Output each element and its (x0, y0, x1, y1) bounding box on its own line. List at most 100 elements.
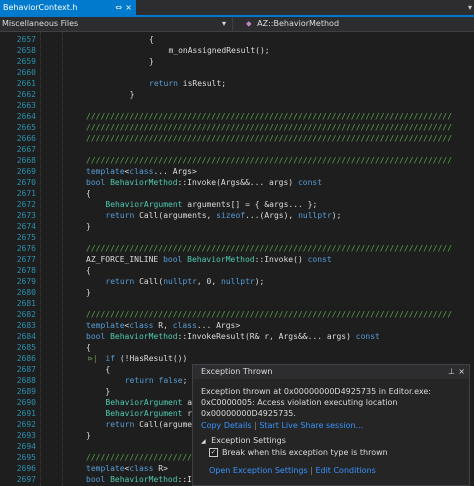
code-text: { (86, 342, 91, 353)
edit-conditions-link[interactable]: Edit Conditions (315, 466, 375, 475)
code-token: template (86, 167, 125, 176)
code-text: BehaviorArgument arguments[] = { &args..… (105, 199, 317, 210)
code-token: { (149, 35, 154, 44)
pin-icon[interactable]: ⊥ (448, 365, 455, 379)
code-text: if (!HasResult()) (105, 353, 187, 364)
navigation-bar: Miscellaneous Files ▾ ⬥ AZ::BehaviorMeth… (0, 17, 474, 32)
code-text: ////////////////////////////////////////… (86, 155, 452, 166)
collapse-triangle-icon[interactable]: ◢ (201, 438, 206, 445)
close-icon[interactable]: × (125, 0, 132, 15)
live-share-link[interactable]: Start Live Share session... (259, 421, 363, 430)
popup-footer-links: Open Exception Settings | Edit Condition… (209, 465, 376, 476)
copy-details-link[interactable]: Copy Details (201, 421, 252, 430)
code-token: class (129, 321, 154, 330)
line-number: 2697 (16, 475, 36, 484)
open-exception-settings-link[interactable]: Open Exception Settings (209, 466, 308, 475)
code-line[interactable]: 2665 ////////////////////////////////////… (0, 122, 474, 133)
member-dropdown[interactable]: ⬥ AZ::BehaviorMethod (244, 17, 474, 31)
link-separator: | (310, 466, 313, 475)
code-line[interactable]: 2666 ////////////////////////////////////… (0, 133, 474, 144)
current-statement-icon: ⊳| (88, 354, 98, 363)
code-token: BehaviorMethod (110, 475, 178, 484)
code-token: BehaviorMethod (187, 255, 255, 264)
line-number: 2689 (16, 387, 36, 396)
code-line[interactable]: 2684 bool BehaviorMethod::InvokeResult(R&… (0, 331, 474, 342)
code-line[interactable]: 2685 { (0, 342, 474, 353)
exception-popup: Exception Thrown ⊥ × Exception thrown at… (192, 364, 470, 486)
code-line[interactable]: 2678 { (0, 265, 474, 276)
code-text: { (149, 34, 154, 45)
code-token: return (124, 376, 159, 385)
code-line[interactable]: 2682 ////////////////////////////////////… (0, 309, 474, 320)
code-token: nullptr (221, 277, 255, 286)
code-line[interactable]: 2675 (0, 232, 474, 243)
close-icon[interactable]: × (458, 365, 465, 379)
code-line[interactable]: 2676 ////////////////////////////////////… (0, 243, 474, 254)
code-line[interactable]: 2677 AZ_FORCE_INLINE bool BehaviorMethod:… (0, 254, 474, 265)
code-token: arguments[] = { &args... }; (182, 200, 318, 209)
project-dropdown[interactable]: Miscellaneous Files ▾ (0, 17, 230, 31)
code-token: ::Invoke(Args&&... args) (177, 178, 298, 187)
exception-settings-section[interactable]: ◢ Exception Settings (201, 435, 286, 447)
break-checkbox[interactable]: ✓ (209, 448, 218, 457)
tab-list-dropdown-icon[interactable]: ▾ (468, 0, 472, 15)
code-token: ////////////////////////////////////////… (86, 244, 453, 253)
code-token: ////////////////////////////////////////… (86, 156, 453, 165)
code-token: ::Invoke() (254, 255, 308, 264)
code-line[interactable]: 2670 bool BehaviorMethod::Invoke(Args&&..… (0, 177, 474, 188)
code-line[interactable]: 2663 (0, 100, 474, 111)
code-token: R> (153, 464, 168, 473)
line-number: 2680 (16, 288, 36, 297)
code-token: ... Args> (153, 167, 197, 176)
code-line[interactable]: 2658 m_onAssignedResult(); (0, 45, 474, 56)
code-line[interactable]: 2671 { (0, 188, 474, 199)
code-line[interactable]: 2681 (0, 298, 474, 309)
member-dropdown-label: AZ::BehaviorMethod (257, 19, 340, 28)
code-token: false (158, 376, 183, 385)
line-number: 2675 (16, 233, 36, 242)
code-token: class (129, 464, 154, 473)
line-number: 2666 (16, 134, 36, 143)
code-line[interactable]: 2664 ////////////////////////////////////… (0, 111, 474, 122)
code-token: Call( (139, 277, 164, 286)
break-when-thrown-row[interactable]: ✓ Break when this exception type is throw… (209, 447, 388, 458)
tab-behaviorcontext[interactable]: BehaviorContext.h ⇔ × (0, 0, 136, 15)
code-line[interactable]: 2673 return Call(arguments, sizeof...(Arg… (0, 210, 474, 221)
code-line[interactable]: 2660 (0, 67, 474, 78)
line-number: 2690 (16, 398, 36, 407)
code-token: { (86, 189, 91, 198)
code-line[interactable]: 2669 template<class... Args> (0, 166, 474, 177)
code-text: bool BehaviorMethod::InvokeResult(R& r, … (86, 331, 380, 342)
code-token: } (149, 57, 154, 66)
code-line[interactable]: 2680} (0, 287, 474, 298)
pin-icon[interactable]: ⇔ (115, 0, 122, 15)
code-line[interactable]: 2686 if (!HasResult()) ⊳| (0, 353, 474, 364)
code-token: bool (163, 255, 188, 264)
code-line[interactable]: 2679 return Call(nullptr, 0, nullptr); (0, 276, 474, 287)
code-line[interactable]: 2661 return isResult; (0, 78, 474, 89)
code-line[interactable]: 2662} (0, 89, 474, 100)
code-line[interactable]: 2683 template<class R, class... Args> (0, 320, 474, 331)
code-token: ); (254, 277, 265, 286)
popup-header: Exception Thrown ⊥ × (193, 365, 469, 379)
exception-message: Exception thrown at 0x00000000D4925735 i… (201, 387, 431, 418)
code-line[interactable]: 2667 (0, 144, 474, 155)
line-number: 2670 (16, 178, 36, 187)
code-line[interactable]: 2659} (0, 56, 474, 67)
code-token: } (86, 431, 91, 440)
code-line[interactable]: 2668 ////////////////////////////////////… (0, 155, 474, 166)
line-number: 2667 (16, 145, 36, 154)
code-line[interactable]: 2674} (0, 221, 474, 232)
code-token: BehaviorArgument (105, 409, 183, 418)
code-text: m_onAssignedResult(); (168, 45, 269, 56)
code-line[interactable]: 2657 { (0, 34, 474, 45)
line-number: 2658 (16, 46, 36, 55)
line-number: 2678 (16, 266, 36, 275)
code-token: ////////////////////////////////////////… (86, 112, 453, 121)
code-token: { (86, 266, 91, 275)
chevron-down-icon: ▾ (221, 19, 226, 28)
line-number: 2692 (16, 420, 36, 429)
code-text: { (86, 265, 91, 276)
code-token: if (105, 354, 120, 363)
code-line[interactable]: 2672 BehaviorArgument arguments[] = { &ar… (0, 199, 474, 210)
